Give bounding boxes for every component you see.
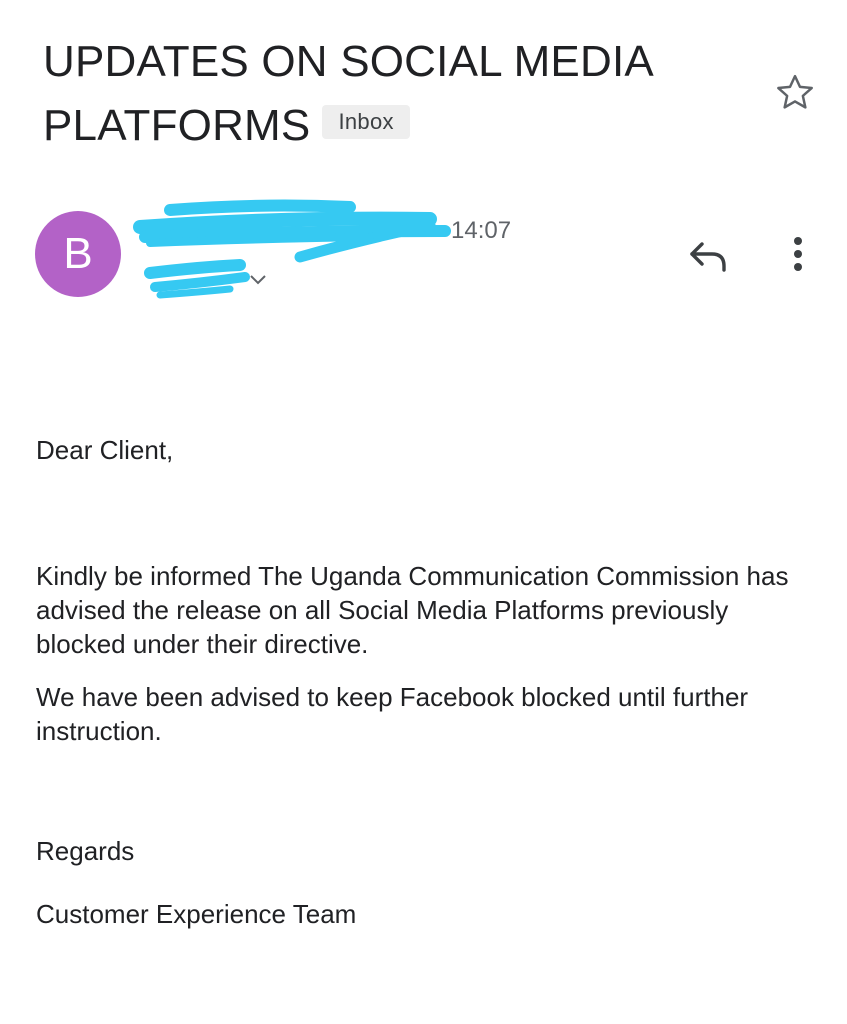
inbox-label-chip[interactable]: Inbox xyxy=(322,105,410,140)
star-icon[interactable] xyxy=(772,70,818,116)
email-subject: UPDATES ON SOCIAL MEDIA PLATFORMS Inbox xyxy=(43,30,743,158)
body-signature: Customer Experience Team xyxy=(36,899,357,929)
body-closing: Regards xyxy=(36,836,135,866)
body-paragraph: We have been advised to keep Facebook bl… xyxy=(36,682,749,746)
sender-avatar[interactable]: B xyxy=(35,211,121,297)
body-paragraph: Kindly be informed The Uganda Communicat… xyxy=(36,561,789,659)
email-time: 14:07 xyxy=(451,217,512,244)
more-vert-icon[interactable] xyxy=(784,234,812,276)
body-greeting: Dear Client, xyxy=(36,435,174,465)
reply-icon[interactable] xyxy=(686,236,732,276)
avatar-initial: B xyxy=(63,229,93,278)
chevron-down-icon[interactable] xyxy=(244,270,272,290)
email-body: Dear Client, Kindly be informed The Ugan… xyxy=(36,433,816,931)
redaction-scribble xyxy=(133,199,451,299)
